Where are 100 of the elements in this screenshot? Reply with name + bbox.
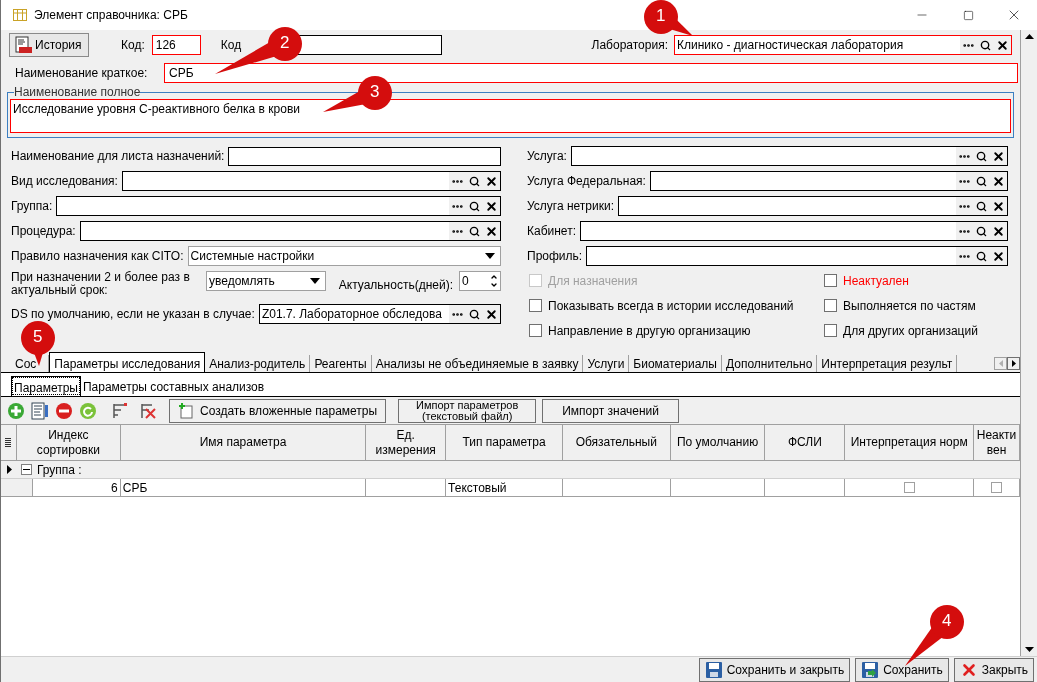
remove-icon[interactable] xyxy=(55,401,73,420)
subtab[interactable]: Параметры xyxy=(11,376,81,396)
ellipsis-button[interactable] xyxy=(956,197,973,215)
ellipsis-button[interactable] xyxy=(956,172,973,190)
checkbox[interactable] xyxy=(903,482,915,493)
checkbox[interactable] xyxy=(824,274,837,287)
field-label: Профиль: xyxy=(527,248,583,265)
field-label: Наименование краткое: xyxy=(15,65,149,82)
full-name-field[interactable]: Исследование уровня С-реактивного белка в крови xyxy=(10,99,1011,133)
column-header[interactable]: Ед. измерения xyxy=(366,425,447,460)
import-params-button[interactable]: Импорт параметров (текстовый файл) xyxy=(398,398,537,423)
close-icon xyxy=(485,307,498,321)
field-value: Z01.7. Лабораторное обследова xyxy=(261,306,443,323)
field-label: Актуальность(дней): xyxy=(338,277,453,294)
ellipsis-button[interactable] xyxy=(449,172,466,190)
tab[interactable]: Дополнительно xyxy=(721,355,818,372)
down-icon[interactable] xyxy=(490,281,498,289)
tab[interactable]: Анализ-родитель xyxy=(205,355,311,372)
clear-button[interactable] xyxy=(483,197,500,215)
clear-button[interactable] xyxy=(483,305,500,323)
clear-button[interactable] xyxy=(990,197,1007,215)
up-icon[interactable] xyxy=(490,273,498,281)
column-header[interactable]: По умолчанию xyxy=(670,425,766,460)
callout-pointer xyxy=(905,605,964,666)
expand-toggle[interactable] xyxy=(21,464,32,475)
edit-icon[interactable] xyxy=(31,401,49,420)
ellipsis-button[interactable] xyxy=(956,222,973,240)
lookup-field[interactable] xyxy=(586,246,1008,266)
input-field[interactable] xyxy=(228,146,501,166)
column-header[interactable]: Интерпретация норм xyxy=(845,425,975,460)
lookup-field[interactable] xyxy=(618,196,1008,216)
ellipsis-button[interactable] xyxy=(449,222,466,240)
scroll-right-button[interactable] xyxy=(1007,357,1020,370)
checkbox[interactable] xyxy=(824,324,837,337)
tab[interactable]: Интерпретация результ xyxy=(817,355,958,372)
clear-button[interactable] xyxy=(990,247,1007,265)
column-header[interactable]: Индекс сортировки xyxy=(16,425,121,460)
column-header[interactable]: ФСЛИ xyxy=(765,425,846,460)
field-label: Лаборатория: xyxy=(591,37,668,54)
lookup-field[interactable]: Клинико - диагностическая лаборатория xyxy=(674,35,1012,55)
tab[interactable]: Реагенты xyxy=(310,355,372,372)
clear-button[interactable] xyxy=(990,222,1007,240)
tab[interactable]: Услуги xyxy=(583,355,630,372)
clear-button[interactable] xyxy=(483,172,500,190)
search-icon xyxy=(976,150,987,162)
tab[interactable]: Биоматериалы xyxy=(629,355,722,372)
delete-filter-icon[interactable] xyxy=(139,401,157,420)
clear-button[interactable] xyxy=(483,222,500,240)
clear-button[interactable] xyxy=(990,172,1007,190)
field-label: При назначении 2 и более раз в актуальный срок: xyxy=(11,271,191,297)
dropdown[interactable]: уведомлять xyxy=(206,271,326,291)
dropdown-value: уведомлять xyxy=(209,273,276,290)
create-nested-button[interactable]: Создать вложенные параметры xyxy=(169,398,387,423)
clear-button[interactable] xyxy=(994,36,1011,54)
save-close-button[interactable]: Сохранить и закрыть xyxy=(698,657,851,682)
lookup-field[interactable] xyxy=(580,221,1008,241)
lookup-field[interactable]: Z01.7. Лабораторное обследова xyxy=(258,304,501,324)
checkbox[interactable] xyxy=(991,482,1002,493)
tab[interactable]: Параметры исследования xyxy=(49,352,206,372)
dropdown[interactable]: Системные настройки xyxy=(187,246,501,266)
checkbox[interactable] xyxy=(529,324,542,337)
save-button[interactable]: Сохранить xyxy=(855,657,949,682)
lookup-field[interactable] xyxy=(79,221,501,241)
column-header[interactable]: Имя параметра xyxy=(120,425,367,460)
lookup-field[interactable] xyxy=(649,171,1008,191)
column-header[interactable]: Тип параметра xyxy=(446,425,563,460)
vertical-scrollbar[interactable] xyxy=(1020,30,1037,656)
down-arrow-icon xyxy=(1024,647,1034,652)
ellipsis-button[interactable] xyxy=(956,247,973,265)
field-label: Вид исследования: xyxy=(11,173,118,190)
caret-icon xyxy=(485,253,495,259)
code-field[interactable]: 126 xyxy=(151,35,201,55)
add-icon[interactable] xyxy=(7,401,25,420)
sort-icon[interactable] xyxy=(111,401,129,420)
spin-field[interactable]: 0 xyxy=(459,271,501,291)
checkbox[interactable] xyxy=(824,299,837,312)
clear-button[interactable] xyxy=(990,147,1007,165)
import-values-button[interactable]: Импорт значений xyxy=(542,398,680,423)
close-icon xyxy=(992,174,1005,188)
new-page-icon xyxy=(178,402,194,419)
short-name-field[interactable]: СРБ xyxy=(164,63,1018,83)
checkbox[interactable] xyxy=(529,299,542,312)
lookup-field[interactable] xyxy=(570,146,1008,166)
search-icon xyxy=(976,225,987,237)
history-button[interactable]: История xyxy=(9,33,89,57)
column-header[interactable]: Обязательный xyxy=(562,425,671,460)
field-label: Услуга нетрики: xyxy=(527,198,614,215)
lookup-field[interactable] xyxy=(56,196,501,216)
lookup-field[interactable] xyxy=(121,171,501,191)
close-icon xyxy=(485,199,498,213)
ellipsis-button[interactable] xyxy=(449,197,466,215)
column-header[interactable]: Неактивен xyxy=(974,425,1020,460)
tab[interactable]: Анализы не объединяемые в заявку xyxy=(371,355,584,372)
ellipsis-button[interactable] xyxy=(956,147,973,165)
ellipsis-button[interactable] xyxy=(449,305,466,323)
ellipsis-button[interactable] xyxy=(960,36,977,54)
table-icon xyxy=(13,9,27,21)
close-window-button[interactable]: Закрыть xyxy=(953,657,1034,682)
subtab[interactable]: Параметры составных анализов xyxy=(80,378,267,396)
search-icon xyxy=(469,308,480,320)
